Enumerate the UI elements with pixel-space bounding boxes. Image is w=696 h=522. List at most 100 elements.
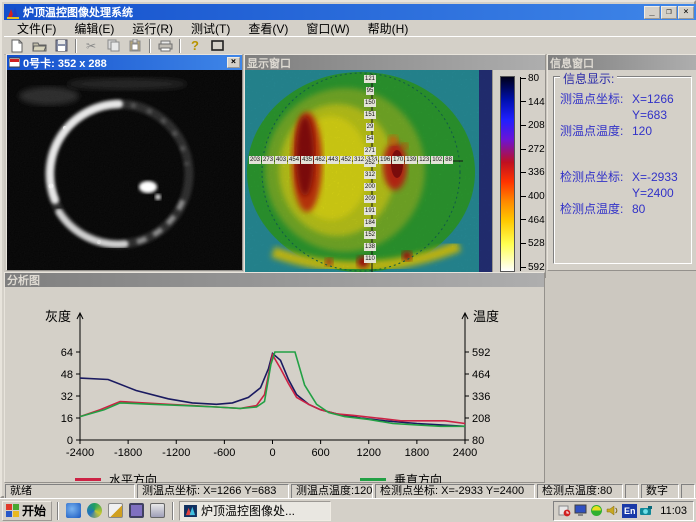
status-empty-1 (625, 484, 639, 499)
y-tick-label-right: 80 (472, 435, 484, 447)
print-icon[interactable] (155, 38, 175, 54)
crosshair-value: 191 (364, 207, 376, 215)
tray-capture-icon[interactable] (640, 504, 653, 517)
chart-window-titlebar[interactable]: 分析图 (5, 273, 544, 287)
menu-bar: 文件(F) 编辑(E) 运行(R) 测试(T) 查看(V) 窗口(W) 帮助(H… (4, 20, 696, 37)
close-button[interactable]: × (678, 6, 694, 19)
crosshair-value: 454 (288, 156, 300, 164)
taskbar: 开始 炉顶温控图像处... En 11:03 (0, 498, 696, 522)
crosshair-col-values: 1219515015129542712523122002091911841521… (364, 75, 376, 263)
mdi-area: 0号卡: 352 x 288 × (4, 55, 696, 483)
windows-logo-icon (6, 504, 19, 517)
chart-window-title: 分析图 (7, 272, 40, 288)
crosshair-value: 209 (364, 195, 376, 203)
task-app-icon (184, 505, 197, 517)
crosshair-value: 110 (364, 255, 376, 263)
camera-window: 0号卡: 352 x 288 × (6, 54, 243, 271)
crosshair-value: 196 (379, 156, 391, 164)
info-groupbox: 信息显示: 测温点坐标: X=1266 Y=683 测温点温度: 120 检 (553, 76, 692, 264)
camera-window-title: 0号卡: 352 x 288 (23, 55, 107, 71)
tray-antivirus-icon[interactable] (590, 504, 603, 517)
detect-coord-y: Y=2400 (632, 185, 674, 201)
crosshair-value: 462 (314, 156, 326, 164)
language-indicator[interactable]: En (622, 504, 637, 518)
crosshair-value: 170 (392, 156, 404, 164)
camera-close-icon[interactable]: × (227, 57, 240, 68)
color-scale-panel: 80144208272336400464528592 (492, 70, 545, 277)
outlook-icon[interactable] (108, 503, 123, 518)
detect-point-temp-row: 检测点温度: 80 (560, 201, 687, 217)
x-tick-label: 2400 (453, 447, 477, 459)
menu-window[interactable]: 窗口(W) (297, 19, 358, 38)
ie-icon[interactable] (66, 503, 81, 518)
display-window-titlebar[interactable]: 显示窗口 (245, 55, 545, 70)
crosshair-value: 95 (366, 87, 375, 95)
spacer-label (560, 185, 632, 201)
task-button-active[interactable]: 炉顶温控图像处... (179, 501, 331, 521)
color-scale-tick: 400 (521, 191, 545, 202)
channels-icon[interactable] (87, 503, 102, 518)
status-bar: 就绪 测温点坐标: X=1266 Y=683 测温点温度:120 检测点坐标: … (4, 483, 696, 499)
copy-icon[interactable] (103, 38, 123, 54)
main-window: 炉顶温控图像处理系统 _ ❐ × 文件(F) 编辑(E) 运行(R) 测试(T)… (0, 0, 696, 498)
menu-file[interactable]: 文件(F) (8, 19, 65, 38)
y-tick-label-left: 64 (61, 347, 73, 359)
y-tick-label-right: 208 (472, 413, 490, 425)
status-ready: 就绪 (5, 484, 135, 499)
info-window-title: 信息窗口 (550, 55, 594, 71)
color-scale-ticks: 80144208272336400464528592 (521, 70, 546, 277)
color-scale-tick: 272 (521, 144, 545, 155)
toolbar-separator (149, 39, 151, 53)
camera-window-titlebar[interactable]: 0号卡: 352 x 288 × (7, 55, 242, 70)
paste-icon[interactable] (125, 38, 145, 54)
restore-button[interactable]: ❐ (661, 6, 677, 19)
new-icon[interactable] (7, 38, 27, 54)
menu-view[interactable]: 查看(V) (239, 19, 297, 38)
color-scale-tick: 528 (521, 238, 545, 249)
crosshair-row-values: 2032734034544354624434523123741961701391… (249, 156, 453, 164)
taskbar-clock: 11:03 (660, 505, 687, 517)
x-tick-label: 1800 (405, 447, 429, 459)
minimize-button[interactable]: _ (644, 6, 660, 19)
crosshair-value: 150 (364, 99, 376, 107)
window-icon[interactable] (207, 38, 227, 54)
save-icon[interactable] (51, 38, 71, 54)
tray-schedule-icon[interactable] (558, 504, 571, 517)
x-tick-label: 600 (311, 447, 329, 459)
menu-edit[interactable]: 编辑(E) (65, 19, 123, 38)
help-icon[interactable]: ? (185, 38, 205, 54)
crosshair-value: 152 (364, 231, 376, 239)
y-tick-label-right: 336 (472, 391, 490, 403)
series-垂直方向 (80, 352, 465, 426)
menu-test[interactable]: 测试(T) (182, 19, 239, 38)
spacer-label (560, 107, 632, 123)
detect-coord-label: 检测点坐标: (560, 169, 632, 185)
crosshair-value: 29 (366, 123, 375, 131)
cut-icon[interactable]: ✂ (81, 38, 101, 54)
crosshair-value: 435 (301, 156, 313, 164)
mail-icon[interactable] (150, 503, 165, 518)
task-button-label: 炉顶温控图像处... (201, 502, 295, 519)
tray-display-icon[interactable] (574, 504, 587, 517)
info-window: 信息窗口 信息显示: 测温点坐标: X=1266 Y=683 测温点温度: 1 (547, 54, 696, 271)
detect-temp-label: 检测点温度: (560, 201, 632, 217)
crosshair-value: 102 (431, 156, 443, 164)
menu-run[interactable]: 运行(R) (123, 19, 182, 38)
color-scale-tick: 464 (521, 215, 545, 226)
measure-point-coord-row2: Y=683 (560, 107, 687, 123)
menu-help[interactable]: 帮助(H) (359, 19, 418, 38)
crosshair-value: 88 (444, 156, 453, 164)
info-body: 信息显示: 测温点坐标: X=1266 Y=683 测温点温度: 120 检 (548, 70, 696, 270)
detect-temp-value: 80 (632, 201, 645, 217)
info-window-titlebar[interactable]: 信息窗口 (548, 55, 696, 70)
x-tick-label: -1200 (162, 447, 190, 459)
detect-point-coord-row: 检测点坐标: X=-2933 (560, 169, 687, 185)
crosshair-value: 403 (275, 156, 287, 164)
y-axis-title-right: 温度 (473, 309, 499, 324)
crosshair-value: 151 (364, 111, 376, 119)
open-icon[interactable] (29, 38, 49, 54)
y-tick-label-left: 32 (61, 391, 73, 403)
volume-icon[interactable] (606, 504, 619, 517)
start-button[interactable]: 开始 (2, 501, 52, 521)
desktop-icon[interactable] (129, 503, 144, 518)
